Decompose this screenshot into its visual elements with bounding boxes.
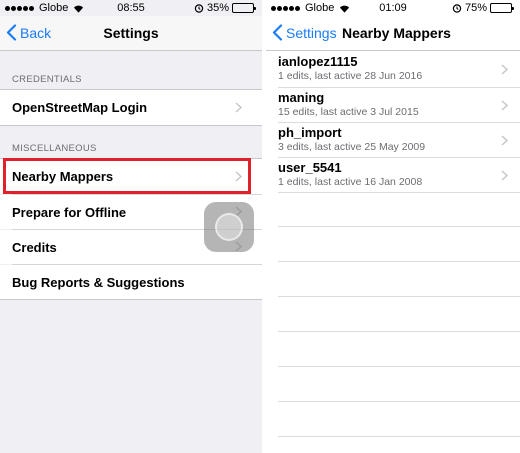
- mapper-detail: 1 edits, last active 16 Jan 2008: [278, 176, 423, 188]
- section-header-credentials: CREDENTIALS: [12, 74, 82, 85]
- mapper-name: user_5541: [278, 160, 342, 175]
- mapper-name: ianlopez1115: [278, 54, 358, 69]
- mapper-name: maning: [278, 90, 325, 105]
- back-button[interactable]: Back: [6, 24, 51, 41]
- settings-item-openstreetmap-login[interactable]: OpenStreetMap Login: [0, 90, 262, 125]
- chevron-right-icon: [235, 102, 242, 113]
- chevron-left-icon: [6, 24, 17, 41]
- chevron-right-icon: [501, 64, 508, 75]
- settings-item-label: OpenStreetMap Login: [12, 100, 148, 115]
- assistive-touch-icon: [215, 213, 243, 241]
- navigation-bar: Back Settings: [0, 16, 262, 51]
- mapper-detail: 15 edits, last active 3 Jul 2015: [278, 106, 419, 118]
- battery-percent: 35%: [206, 2, 229, 14]
- status-bar: Globe 08:55 35%: [0, 0, 262, 16]
- settings-item-bug-reports[interactable]: Bug Reports & Suggestions: [0, 265, 262, 299]
- chevron-right-icon: [501, 170, 508, 181]
- alarm-icon: [452, 4, 462, 13]
- mapper-row[interactable]: maning 15 edits, last active 3 Jul 2015: [266, 88, 520, 123]
- status-bar: Globe 01:09 75%: [266, 0, 520, 16]
- mapper-row[interactable]: ianlopez1115 1 edits, last active 28 Jun…: [266, 52, 520, 87]
- back-label: Back: [20, 24, 52, 41]
- chevron-right-icon: [235, 171, 242, 182]
- mapper-name: ph_import: [278, 125, 342, 140]
- settings-item-label: Credits: [12, 239, 57, 255]
- page-title: Nearby Mappers: [342, 25, 451, 41]
- settings-screen: Globe 08:55 35% Back Settings CREDENTIAL…: [0, 0, 262, 453]
- mapper-row[interactable]: ph_import 3 edits, last active 25 May 20…: [266, 123, 520, 158]
- back-label: Settings: [286, 24, 337, 41]
- mapper-detail: 3 edits, last active 25 May 2009: [278, 141, 426, 153]
- settings-item-nearby-mappers[interactable]: Nearby Mappers: [0, 159, 262, 194]
- settings-item-label: Bug Reports & Suggestions: [12, 274, 185, 290]
- back-button[interactable]: Settings: [272, 24, 337, 41]
- settings-item-label: Prepare for Offline: [12, 204, 127, 220]
- chevron-right-icon: [501, 100, 508, 111]
- chevron-right-icon: [501, 135, 508, 146]
- chevron-left-icon: [272, 24, 283, 41]
- alarm-icon: [194, 4, 204, 13]
- section-header-miscellaneous: MISCELLANEOUS: [12, 143, 97, 154]
- navigation-bar: Settings Nearby Mappers: [266, 16, 520, 51]
- settings-item-label: Nearby Mappers: [12, 169, 114, 184]
- battery-icon: [232, 3, 256, 13]
- assistive-touch-button[interactable]: [204, 202, 254, 252]
- battery-percent: 75%: [464, 2, 487, 14]
- mapper-row[interactable]: user_5541 1 edits, last active 16 Jan 20…: [266, 158, 520, 193]
- battery-icon: [490, 3, 514, 13]
- nearby-mappers-screen: Globe 01:09 75% Settings Nearby Mappers …: [266, 0, 520, 453]
- mapper-detail: 1 edits, last active 28 Jun 2016: [278, 70, 423, 82]
